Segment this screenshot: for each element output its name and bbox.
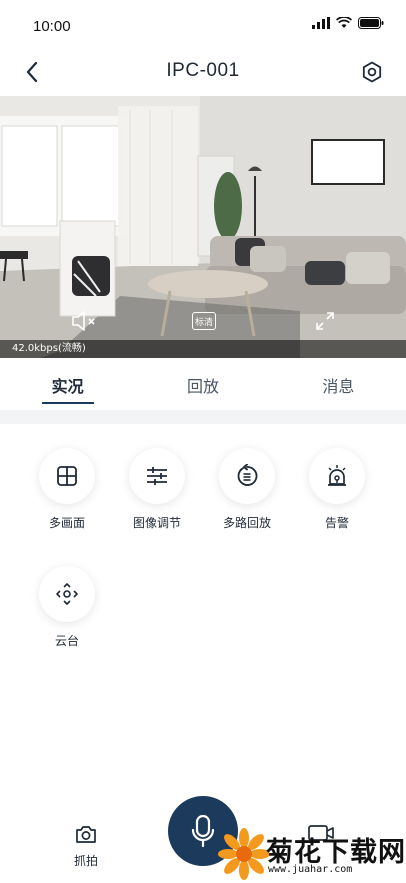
alarm-label: 告警 [324,516,349,530]
ptz-button[interactable]: 云台 [22,566,112,649]
tab-playback[interactable]: 回放 [135,358,270,410]
alarm-circle [309,448,365,504]
live-video[interactable]: 标清 42.0kbps(流畅) [0,96,406,358]
settings-button[interactable] [358,58,386,86]
nav-bar: IPC-001 [0,48,406,96]
multi-playback-circle [219,448,275,504]
grid-icon [57,466,77,486]
multi-view-button[interactable]: 多画面 [22,448,112,531]
page-title: IPC-001 [166,60,240,81]
mute-button[interactable] [70,310,100,332]
multi-playback-label: 多路回放 [222,516,271,530]
image-adjust-circle [129,448,185,504]
quality-button[interactable]: 标清 [192,312,216,330]
microphone-icon [191,814,215,848]
status-time: 10:00 [33,18,71,35]
watermark-url: www.juahar.com [268,864,353,875]
camera-icon [76,826,96,843]
tab-live[interactable]: 实况 [0,358,135,410]
ptz-icon [56,583,78,605]
expand-icon [316,312,334,330]
sliders-icon [147,467,167,485]
section-divider [0,410,406,424]
replay-icon [237,464,258,486]
snapshot-button[interactable]: 抓拍 [64,824,108,869]
speaker-muted-icon [72,311,95,331]
alarm-icon [328,465,346,486]
status-icons [312,17,384,29]
image-adjust-label: 图像调节 [132,516,181,530]
signal-icon [312,17,330,29]
alarm-button[interactable]: 告警 [292,448,382,531]
wifi-icon [336,17,352,28]
watermark: 菊花下载网 www.juahar.com [218,826,406,883]
tab-messages[interactable]: 消息 [271,358,406,410]
gear-icon [362,61,382,83]
battery-icon [358,17,384,29]
ptz-label: 云台 [54,634,79,648]
chrysanthemum-logo-icon [218,828,270,880]
image-adjust-button[interactable]: 图像调节 [112,448,202,531]
fullscreen-button[interactable] [314,310,336,332]
multi-playback-button[interactable]: 多路回放 [202,448,292,531]
multi-view-circle [39,448,95,504]
multi-view-label: 多画面 [48,516,85,530]
tab-bar: 实况 回放 消息 [0,358,406,410]
ptz-circle [39,566,95,622]
status-bar: 10:00 [0,0,406,48]
bitrate-label: 42.0kbps(流畅) [0,340,406,358]
snapshot-label: 抓拍 [73,854,98,868]
